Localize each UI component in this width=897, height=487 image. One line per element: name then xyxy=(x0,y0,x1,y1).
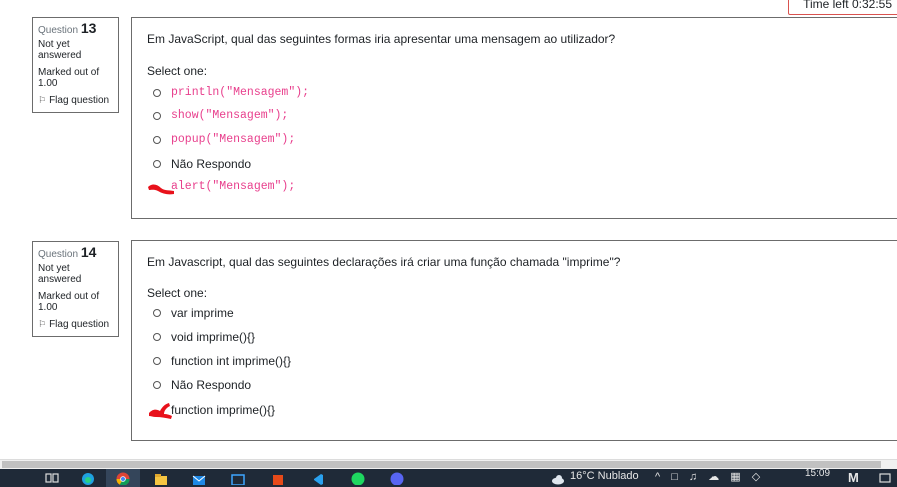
option-label: Não Respondo xyxy=(171,157,252,171)
time-left-indicator: Time left 0:32:55 xyxy=(788,0,897,15)
horizontal-scrollbar[interactable] xyxy=(0,459,897,469)
system-tray-icons[interactable]: ^ □ ♫ ☁ ▦ ◇ xyxy=(655,470,764,483)
flag-question-link[interactable]: ⚐ Flag question xyxy=(38,319,114,330)
answer-option-c[interactable]: function int imprime(){} xyxy=(153,354,291,368)
weather-text[interactable]: 16°C Nublado xyxy=(570,470,639,482)
store-icon[interactable] xyxy=(230,471,246,485)
answer-option-b[interactable]: void imprime(){} xyxy=(153,330,255,344)
option-label: function int imprime(){} xyxy=(171,354,292,368)
scrollbar-thumb[interactable] xyxy=(2,461,881,468)
office-icon[interactable] xyxy=(270,471,286,485)
question-state: Not yet answered xyxy=(38,263,82,285)
question-number: Question 14 xyxy=(38,244,97,260)
vscode-icon[interactable] xyxy=(310,471,326,485)
option-label: alert("Mensagem"); xyxy=(171,180,296,193)
option-label: show("Mensagem"); xyxy=(171,109,289,122)
red-annotation-scribble xyxy=(148,184,174,195)
option-label: println("Mensagem"); xyxy=(171,86,310,99)
mail-icon[interactable] xyxy=(191,471,207,485)
app-m-icon[interactable]: M xyxy=(848,470,859,485)
option-label: void imprime(){} xyxy=(171,330,256,344)
select-one-prompt: Select one: xyxy=(147,64,208,78)
option-label: popup("Mensagem"); xyxy=(171,133,296,146)
flag-icon: ⚐ xyxy=(38,319,47,329)
clock-time[interactable]: 15:09 xyxy=(805,469,830,479)
radio-button[interactable] xyxy=(153,309,161,317)
question-content-13: Em JavaScript, qual das seguintes formas… xyxy=(131,17,897,219)
answer-option-d[interactable]: Não Respondo xyxy=(153,157,251,171)
chrome-icon[interactable] xyxy=(115,471,131,485)
option-label: function imprime(){} xyxy=(171,403,276,417)
question-text: Em JavaScript, qual das seguintes formas… xyxy=(147,32,616,46)
select-one-prompt: Select one: xyxy=(147,286,208,300)
question-info-13: Question 13 Not yet answered Marked out … xyxy=(32,17,119,113)
discord-icon[interactable] xyxy=(389,471,405,485)
task-view-icon[interactable] xyxy=(45,471,59,485)
radio-button[interactable] xyxy=(153,381,161,389)
answer-option-d[interactable]: Não Respondo xyxy=(153,378,251,392)
answer-option-c[interactable]: popup("Mensagem"); xyxy=(153,133,295,146)
red-annotation-scribble xyxy=(149,403,172,419)
flag-icon: ⚐ xyxy=(38,95,47,105)
radio-button[interactable] xyxy=(153,160,161,168)
edge-browser-icon[interactable] xyxy=(80,471,96,485)
taskbar: 16°C Nublado ^ □ ♫ ☁ ▦ ◇ 15:09 M xyxy=(0,469,897,487)
answer-option-a[interactable]: var imprime xyxy=(153,306,234,320)
radio-button[interactable] xyxy=(153,111,161,120)
answer-option-a[interactable]: println("Mensagem"); xyxy=(153,86,309,99)
radio-button[interactable] xyxy=(153,333,161,341)
question-content-14: Em Javascript, qual das seguintes declar… xyxy=(131,240,897,441)
option-label: var imprime xyxy=(171,306,234,320)
time-left-label: Time left 0:32:55 xyxy=(803,0,892,11)
spotify-icon[interactable] xyxy=(350,471,366,485)
question-info-14: Question 14 Not yet answered Marked out … xyxy=(32,241,119,337)
radio-button[interactable] xyxy=(153,88,161,97)
notifications-icon[interactable] xyxy=(878,471,892,485)
file-explorer-icon[interactable] xyxy=(153,471,169,485)
question-number: Question 13 xyxy=(38,20,97,36)
question-grade: Marked out of 1.00 xyxy=(38,67,100,89)
question-state: Not yet answered xyxy=(38,39,82,61)
option-label: Não Respondo xyxy=(171,378,252,392)
question-grade: Marked out of 1.00 xyxy=(38,291,100,313)
radio-button[interactable] xyxy=(153,357,161,365)
flag-question-link[interactable]: ⚐ Flag question xyxy=(38,95,114,106)
question-text: Em Javascript, qual das seguintes declar… xyxy=(147,255,621,269)
radio-button[interactable] xyxy=(153,135,161,144)
answer-option-b[interactable]: show("Mensagem"); xyxy=(153,109,288,122)
weather-icon[interactable] xyxy=(550,471,566,485)
